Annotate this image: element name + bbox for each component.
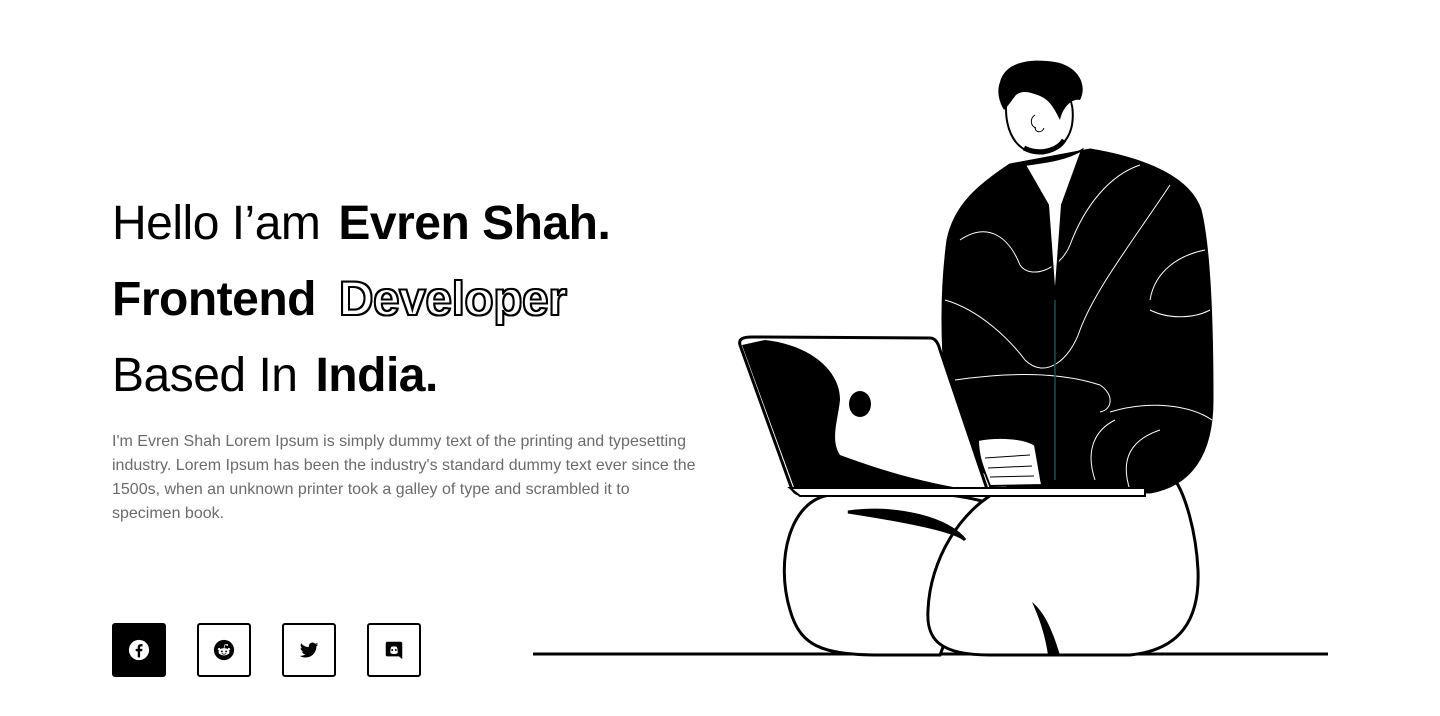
discord-button[interactable] — [367, 623, 421, 677]
hand — [976, 436, 1044, 488]
greeting-text: Hello I’am — [112, 197, 321, 250]
facebook-icon — [128, 639, 150, 661]
laptop-base — [787, 487, 1146, 497]
social-links — [112, 623, 421, 677]
location-text: India. — [315, 349, 438, 402]
laptop-logo — [849, 391, 871, 417]
facebook-button[interactable] — [112, 623, 166, 677]
twitter-button[interactable] — [282, 623, 336, 677]
reddit-button[interactable] — [197, 623, 251, 677]
discord-icon — [385, 641, 403, 660]
twitter-icon — [299, 642, 319, 658]
developer-illustration — [533, 60, 1328, 657]
location-prefix-text: Based In — [112, 349, 298, 402]
reddit-icon — [213, 639, 235, 661]
role-text: Frontend — [112, 273, 316, 326]
